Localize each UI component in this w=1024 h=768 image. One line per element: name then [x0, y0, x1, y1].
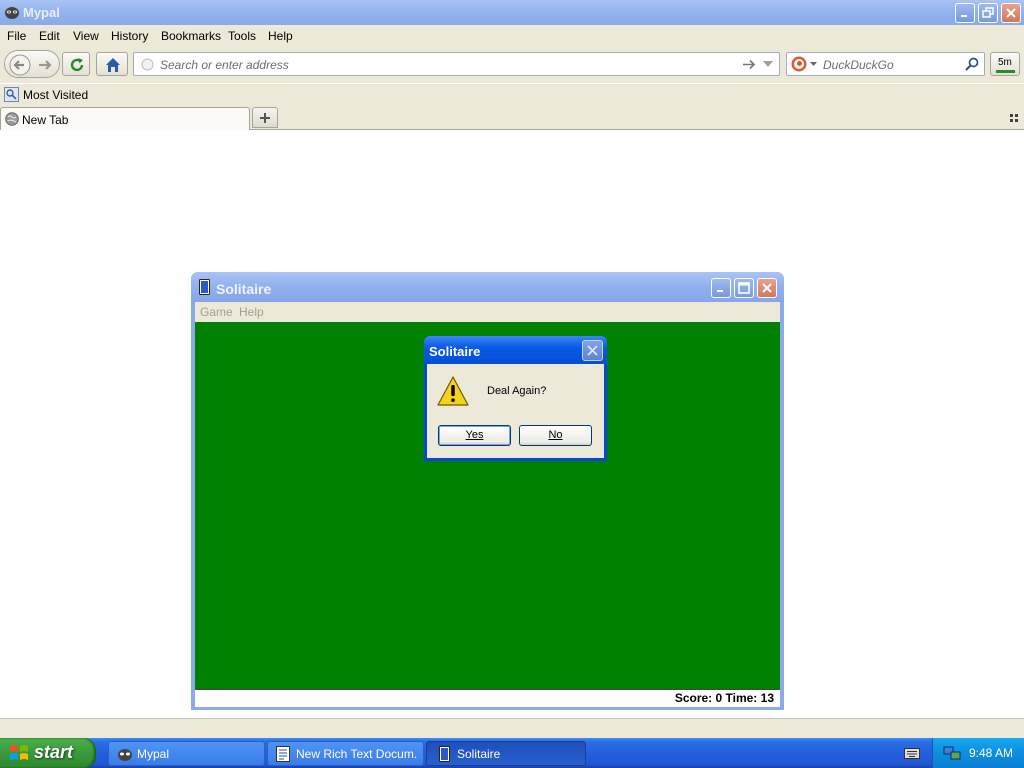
no-label: No	[548, 429, 563, 441]
addon-indicator	[996, 70, 1015, 73]
go-arrow-icon[interactable]	[742, 58, 756, 71]
solitaire-icon	[199, 279, 210, 295]
menu-view[interactable]: View	[73, 29, 99, 43]
browser-title-bar[interactable]: Mypal	[0, 0, 1024, 25]
back-forward-group	[4, 50, 60, 78]
windows-logo-icon	[10, 745, 28, 760]
search-placeholder: DuckDuckGo	[823, 58, 894, 72]
menu-game[interactable]: Game	[200, 305, 233, 319]
yes-label: Yes	[465, 429, 484, 441]
dropdown-arrow-icon[interactable]	[763, 61, 773, 68]
engine-dropdown-icon[interactable]	[810, 62, 817, 67]
tab-new-tab[interactable]: New Tab	[0, 107, 250, 130]
minimize-button[interactable]	[955, 3, 975, 23]
close-icon	[1006, 8, 1016, 18]
tab-label: New Tab	[22, 113, 69, 127]
bookmark-folder-icon	[4, 87, 19, 102]
taskbar-item-document[interactable]: New Rich Text Docum...	[267, 741, 424, 766]
tab-list-icon[interactable]	[1010, 114, 1019, 123]
start-label: start	[34, 742, 74, 762]
dialog-body: Deal Again? Yes No	[427, 364, 604, 458]
menu-bookmarks[interactable]: Bookmarks	[161, 29, 221, 43]
back-icon[interactable]	[9, 54, 31, 76]
maximize-icon	[738, 282, 750, 294]
close-icon	[587, 345, 598, 356]
mypal-icon	[118, 749, 132, 761]
menu-edit[interactable]: Edit	[39, 29, 60, 43]
search-bar[interactable]: DuckDuckGo	[786, 52, 985, 76]
yes-button[interactable]: Yes	[438, 425, 511, 446]
bookmarks-toolbar: Most Visited	[0, 84, 1024, 106]
solitaire-menu-bar: Game Help	[195, 302, 780, 322]
deal-again-dialog: Solitaire Deal Again? Yes No	[424, 336, 607, 461]
document-icon	[276, 746, 290, 762]
search-icon[interactable]	[965, 57, 979, 71]
home-button[interactable]	[96, 52, 128, 76]
forward-icon[interactable]	[37, 57, 53, 73]
minimize-icon	[717, 290, 723, 292]
reload-icon	[70, 58, 84, 72]
globe-icon	[5, 112, 19, 126]
system-tray: 9:48 AM	[932, 738, 1024, 768]
new-tab-button[interactable]	[252, 107, 278, 128]
solitaire-close-button[interactable]	[757, 278, 777, 298]
most-visited-link[interactable]: Most Visited	[23, 88, 88, 102]
solitaire-maximize-button[interactable]	[734, 278, 754, 298]
restore-icon	[982, 7, 994, 18]
taskbar-item-label: Solitaire	[457, 747, 501, 761]
browser-title: Mypal	[23, 5, 60, 20]
solitaire-status-bar: Score: 0 Time: 13	[195, 689, 780, 707]
dialog-message: Deal Again?	[487, 385, 547, 397]
solitaire-title-bar[interactable]: Solitaire	[191, 272, 784, 302]
restore-button[interactable]	[978, 3, 998, 23]
menu-help[interactable]: Help	[239, 305, 264, 319]
home-icon	[106, 58, 120, 72]
dialog-title-bar[interactable]: Solitaire	[424, 336, 607, 364]
menu-help[interactable]: Help	[268, 29, 293, 43]
minimize-icon	[961, 15, 967, 17]
score-time: Score: 0 Time: 13	[674, 691, 774, 705]
mypal-icon	[5, 7, 19, 19]
browser-status-bar	[0, 718, 1024, 738]
close-icon	[762, 283, 772, 293]
solitaire-title: Solitaire	[216, 281, 272, 297]
no-button[interactable]: No	[519, 425, 592, 446]
menu-file[interactable]: File	[7, 29, 26, 43]
addon-badge: 5m	[998, 57, 1012, 68]
clock[interactable]: 9:48 AM	[969, 746, 1013, 760]
taskbar-item-mypal[interactable]: Mypal	[108, 741, 265, 766]
keyboard-icon[interactable]	[904, 746, 920, 760]
menu-tools[interactable]: Tools	[228, 29, 256, 43]
start-button[interactable]: start	[0, 738, 96, 768]
address-bar[interactable]: Search or enter address	[133, 52, 780, 76]
solitaire-minimize-button[interactable]	[711, 278, 731, 298]
addon-button[interactable]: 5m	[990, 52, 1020, 76]
dialog-close-button[interactable]	[582, 340, 603, 361]
page-icon	[141, 58, 154, 71]
reload-button[interactable]	[62, 52, 90, 76]
duckduckgo-icon[interactable]	[791, 56, 807, 72]
taskbar-item-label: New Rich Text Docum...	[296, 747, 418, 761]
close-button[interactable]	[1001, 3, 1021, 23]
browser-menu-bar: File Edit View History Bookmarks Tools H…	[0, 25, 1024, 47]
address-placeholder: Search or enter address	[160, 58, 289, 72]
plus-icon	[260, 113, 270, 123]
menu-history[interactable]: History	[111, 29, 148, 43]
taskbar-item-solitaire[interactable]: Solitaire	[426, 741, 586, 766]
network-icon[interactable]	[943, 745, 961, 761]
warning-icon	[437, 376, 469, 406]
dialog-title: Solitaire	[429, 344, 481, 359]
solitaire-icon	[439, 746, 450, 762]
taskbar-item-label: Mypal	[137, 747, 170, 761]
